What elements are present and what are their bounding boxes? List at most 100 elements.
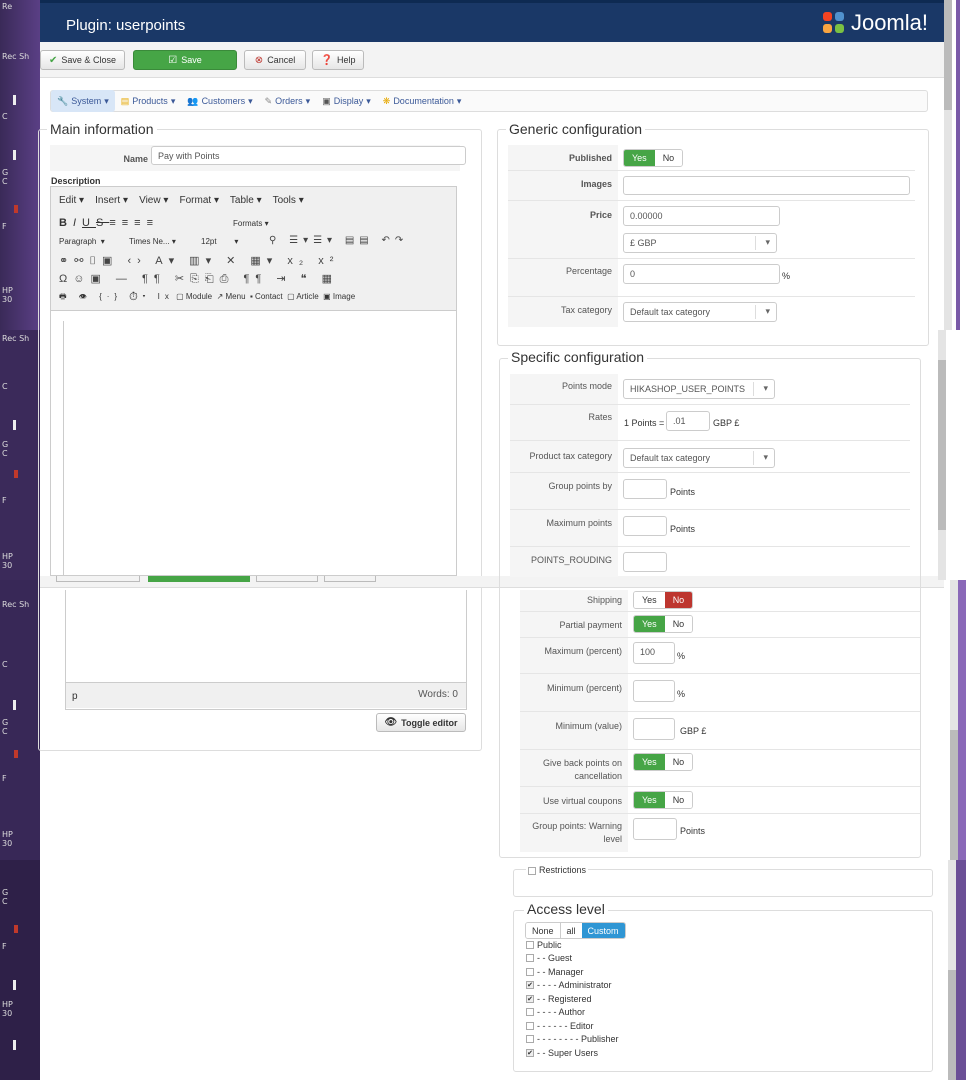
max-percent-input[interactable]: 100 bbox=[633, 642, 675, 664]
yes-option[interactable]: Yes bbox=[624, 150, 655, 166]
editor-menu-view[interactable]: View bbox=[139, 195, 161, 206]
access-checkbox[interactable] bbox=[526, 1008, 534, 1017]
image-button[interactable]: ▣ Image bbox=[321, 292, 355, 301]
scrollbar-thumb[interactable] bbox=[938, 360, 946, 530]
scrollbar[interactable] bbox=[950, 580, 958, 860]
access-checkbox[interactable] bbox=[526, 940, 534, 949]
product-tax-select[interactable]: Default tax category bbox=[623, 448, 775, 468]
paragraph-dropdown[interactable]: Paragraph ▾ bbox=[59, 237, 105, 246]
scrollbar-thumb[interactable] bbox=[950, 730, 958, 860]
module-button[interactable]: ▢ Module bbox=[176, 292, 212, 301]
misc-icons[interactable]: 🖶 👁 {·} ⏱▾ Ix bbox=[59, 292, 174, 301]
access-level-item[interactable]: - - - - - - Editor bbox=[526, 1019, 826, 1033]
partial-payment-toggle[interactable]: Yes No bbox=[633, 615, 694, 633]
access-level-item[interactable]: ✔ - - Registered bbox=[526, 992, 826, 1006]
editor-menu-edit[interactable]: Edit bbox=[59, 195, 76, 206]
italic-icon[interactable]: I bbox=[73, 217, 82, 229]
published-toggle[interactable]: Yes No bbox=[623, 149, 684, 167]
editor-menu-table[interactable]: Table bbox=[230, 195, 254, 206]
bold-icon[interactable]: B bbox=[59, 217, 73, 229]
article-button[interactable]: ▢ Article bbox=[285, 292, 319, 301]
currency-select[interactable]: £ GBP bbox=[623, 233, 777, 253]
yes-option[interactable]: Yes bbox=[634, 754, 665, 770]
access-level-item[interactable]: ✔ - - - - Administrator bbox=[526, 979, 826, 993]
no-option[interactable]: No bbox=[654, 150, 683, 166]
cancel-button[interactable]: ⊗ Cancel bbox=[244, 50, 306, 70]
access-checkbox-checked[interactable]: ✔ bbox=[526, 981, 534, 990]
access-level-item[interactable]: ✔ - - Super Users bbox=[526, 1046, 826, 1060]
strikethrough-icon[interactable]: S bbox=[96, 217, 109, 229]
menu-system[interactable]: 🔧 System ▾ bbox=[51, 90, 115, 112]
warning-level-input[interactable] bbox=[633, 818, 677, 840]
percentage-input[interactable]: 0 bbox=[623, 264, 780, 284]
no-option[interactable]: No bbox=[664, 592, 693, 608]
menu-documentation[interactable]: ❋ Documentation ▾ bbox=[377, 90, 468, 112]
editor-menu-tools[interactable]: Tools bbox=[273, 195, 296, 206]
price-input[interactable]: 0.00000 bbox=[623, 206, 780, 226]
access-checkbox[interactable] bbox=[526, 1035, 534, 1044]
no-option[interactable]: No bbox=[664, 616, 693, 632]
virtual-coupons-toggle[interactable]: Yes No bbox=[633, 791, 694, 809]
access-checkbox-checked[interactable]: ✔ bbox=[526, 1048, 534, 1057]
desktop-marker bbox=[14, 750, 18, 758]
yes-option[interactable]: Yes bbox=[634, 792, 665, 808]
rates-input[interactable]: .01 bbox=[666, 411, 710, 431]
save-close-button[interactable]: ✔ Save & Close bbox=[40, 50, 125, 70]
group-points-input[interactable] bbox=[623, 479, 667, 499]
insert-icons[interactable]: ⚭⚯⌷▣ ‹› A▾ ▥▾ ✕ ▦▾ x₂ x² bbox=[59, 254, 339, 268]
yes-option[interactable]: Yes bbox=[634, 616, 665, 632]
restrictions-checkbox[interactable] bbox=[528, 866, 536, 875]
list-icons[interactable]: ⚲ ☰▾☰▾ ▤▤ ↶↷ bbox=[269, 235, 408, 246]
access-none-button[interactable]: None bbox=[526, 923, 560, 938]
formats-dropdown[interactable]: Formats ▾ bbox=[233, 219, 269, 228]
max-points-input[interactable] bbox=[623, 516, 667, 536]
scrollbar[interactable] bbox=[948, 860, 956, 1080]
access-checkbox[interactable] bbox=[526, 954, 534, 963]
points-mode-select[interactable]: HIKASHOP_USER_POINTS bbox=[623, 379, 775, 399]
shipping-toggle[interactable]: Yes No bbox=[633, 591, 694, 609]
tax-category-select[interactable]: Default tax category bbox=[623, 302, 777, 322]
editor-format-row[interactable]: BIUS≡≡≡≡ bbox=[59, 217, 159, 229]
scrollbar-thumb[interactable] bbox=[948, 970, 956, 1080]
scrollbar-thumb[interactable] bbox=[944, 0, 952, 110]
access-checkbox[interactable] bbox=[526, 967, 534, 976]
menu-orders[interactable]: ✎ Orders ▾ bbox=[259, 90, 317, 112]
menu-customers[interactable]: 👥 Customers ▾ bbox=[181, 90, 258, 112]
access-all-button[interactable]: all bbox=[559, 923, 582, 938]
min-value-input[interactable] bbox=[633, 718, 675, 740]
access-level-item[interactable]: - - - - Author bbox=[526, 1006, 826, 1020]
font-size-dropdown[interactable]: 12pt ▾ bbox=[201, 237, 238, 246]
underline-icon[interactable]: U bbox=[82, 217, 96, 229]
contact-button[interactable]: ▪ Contact bbox=[248, 292, 283, 301]
restrictions-legend[interactable]: Restrictions bbox=[526, 865, 589, 875]
no-option[interactable]: No bbox=[664, 792, 693, 808]
access-custom-button[interactable]: Custom bbox=[581, 923, 625, 938]
font-family-dropdown[interactable]: Times Ne... ▾ bbox=[129, 237, 176, 246]
images-input[interactable] bbox=[623, 176, 910, 195]
editor-menu-format[interactable]: Format bbox=[180, 195, 212, 206]
name-input[interactable]: Pay with Points bbox=[151, 146, 466, 165]
access-level-item[interactable]: Public bbox=[526, 938, 826, 952]
access-level-item[interactable]: - - Manager bbox=[526, 965, 826, 979]
help-button[interactable]: ❓ Help bbox=[312, 50, 364, 70]
access-level-item[interactable]: - - - - - - - - Publisher bbox=[526, 1033, 826, 1047]
editor-menu-insert[interactable]: Insert bbox=[95, 195, 120, 206]
editor-content-area[interactable] bbox=[63, 321, 457, 576]
min-percent-input[interactable] bbox=[633, 680, 675, 702]
give-back-toggle[interactable]: Yes No bbox=[633, 753, 694, 771]
menu-display[interactable]: ▣ Display ▾ bbox=[316, 90, 377, 112]
align-icons[interactable]: ≡≡≡≡ bbox=[109, 217, 159, 229]
access-checkbox-checked[interactable]: ✔ bbox=[526, 994, 534, 1003]
menu-products[interactable]: ▤ Products ▾ bbox=[115, 90, 182, 112]
access-checkbox[interactable] bbox=[526, 1021, 534, 1030]
yes-option[interactable]: Yes bbox=[634, 592, 665, 608]
save-button[interactable]: ☑ Save bbox=[133, 50, 237, 70]
menu-button[interactable]: ↗ Menu bbox=[214, 292, 246, 301]
toggle-editor-button[interactable]: 👁 Toggle editor bbox=[376, 713, 466, 732]
scrollbar[interactable] bbox=[944, 0, 952, 330]
scrollbar[interactable] bbox=[938, 330, 946, 580]
access-level-item[interactable]: - - Guest bbox=[526, 952, 826, 966]
points-rouding-input[interactable] bbox=[623, 552, 667, 572]
special-icons[interactable]: Ω☺▣ — ¶¶ ✂⎘⎗⎙ ¶¶ ⇥ ❝ ▦ bbox=[59, 272, 338, 286]
no-option[interactable]: No bbox=[664, 754, 693, 770]
